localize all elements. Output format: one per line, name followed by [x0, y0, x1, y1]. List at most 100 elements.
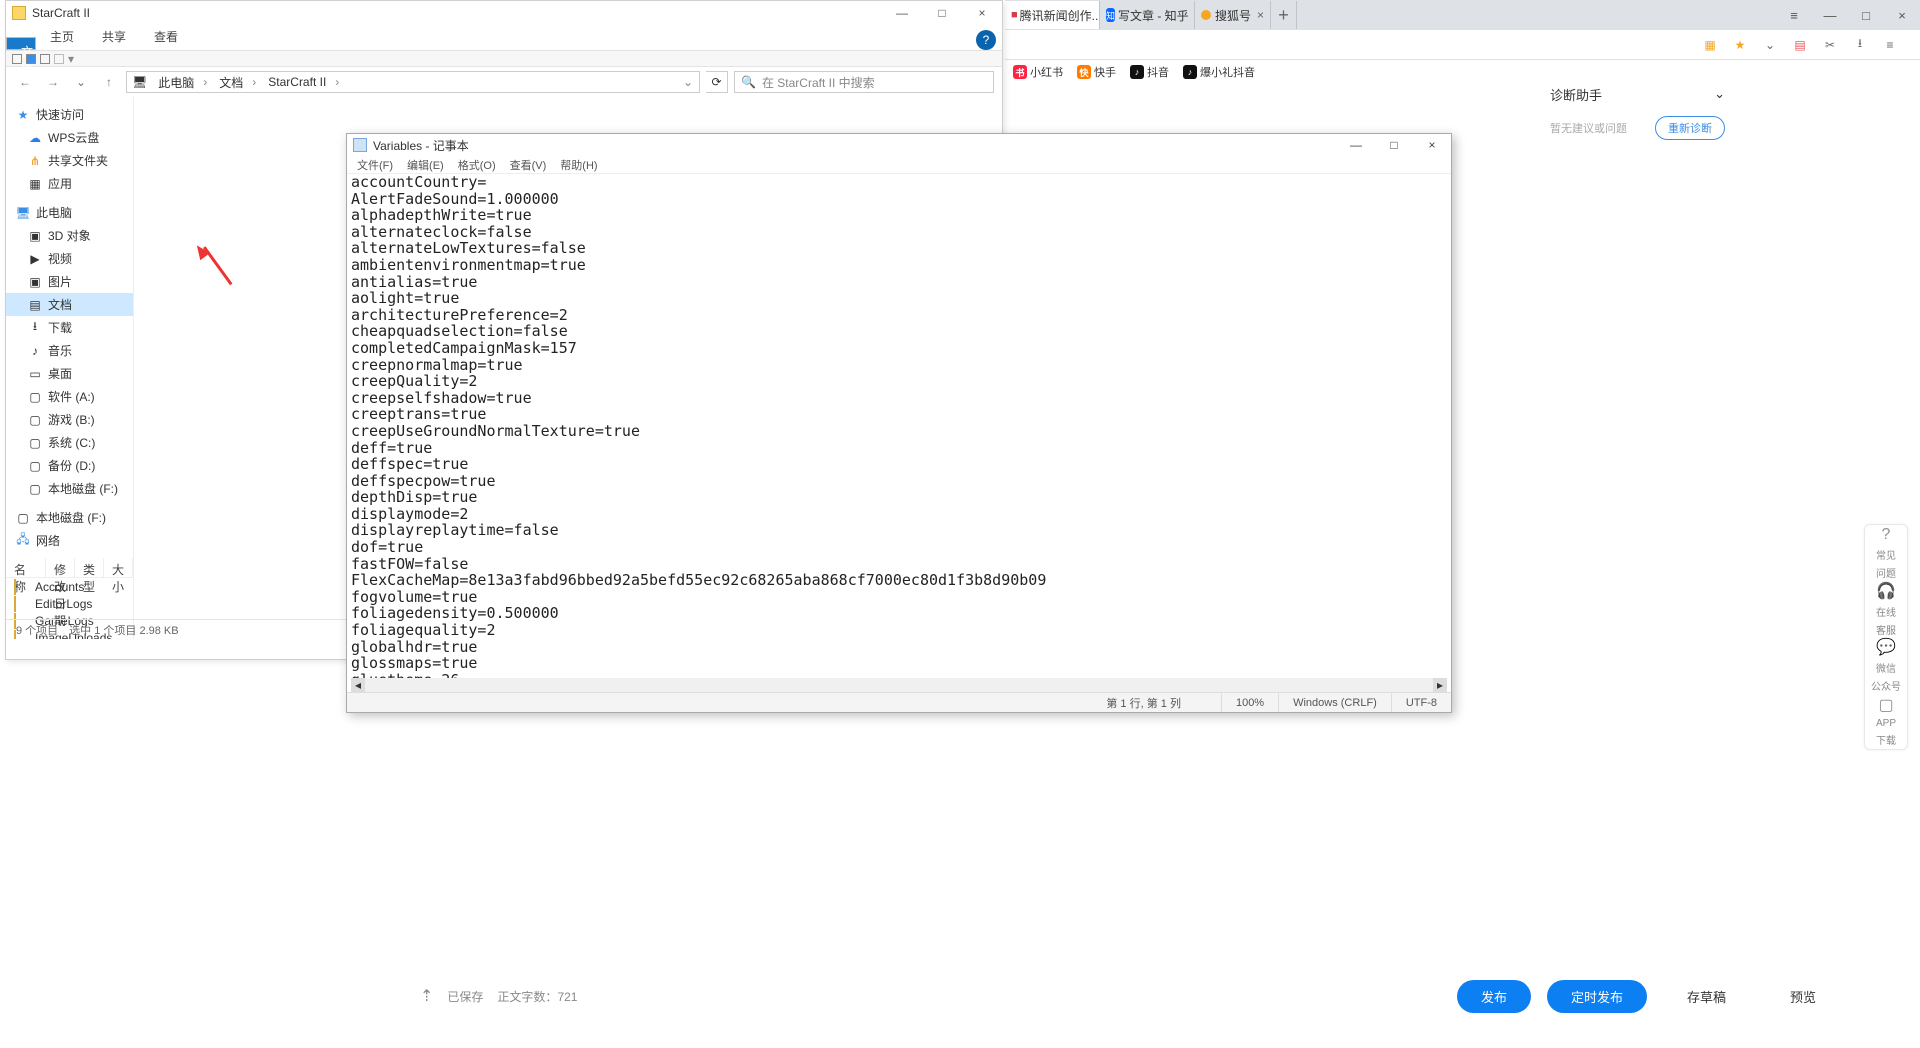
ribbon-home[interactable]: 主页	[36, 23, 88, 50]
bookmark-xiaohongshu[interactable]: 书小红书	[1013, 64, 1063, 80]
nav-item-label: 软件 (A:)	[48, 388, 95, 405]
scroll-right-icon[interactable]: ▸	[1433, 678, 1447, 692]
preview-button[interactable]: 预览	[1766, 980, 1840, 1013]
nav-thispc[interactable]: 🖥此电脑	[6, 201, 133, 224]
notepad-textarea[interactable]: accountCountry= AlertFadeSound=1.000000 …	[351, 174, 1447, 692]
hamburger-icon[interactable]: ≡	[1882, 37, 1898, 53]
crumb-thispc[interactable]: 此电脑	[152, 74, 213, 91]
faq-button[interactable]: ?常见问题	[1865, 525, 1907, 581]
apps-icon[interactable]: ▤	[1792, 37, 1808, 53]
rediagnose-button[interactable]: 重新诊断	[1655, 116, 1725, 140]
menu-help[interactable]: 帮助(H)	[554, 156, 603, 173]
qa-item[interactable]	[40, 54, 50, 64]
qa-item[interactable]	[26, 54, 36, 64]
browser-maximize-icon[interactable]: □	[1848, 0, 1884, 30]
menu-view[interactable]: 查看(V)	[504, 156, 553, 173]
nav-item[interactable]: ▢软件 (A:)	[6, 385, 133, 408]
crumb-drop-icon[interactable]: ⌄	[677, 75, 699, 89]
nav-up-icon[interactable]: ↑	[98, 71, 120, 93]
nav-network[interactable]: 🖧网络	[6, 529, 133, 552]
new-tab-button[interactable]: +	[1271, 1, 1297, 29]
nav-item[interactable]: ♪音乐	[6, 339, 133, 362]
bookmark-kuaishou[interactable]: 快快手	[1077, 64, 1116, 80]
col-date[interactable]: 修改日期	[46, 558, 75, 577]
nav-quickaccess[interactable]: ★快速访问	[6, 103, 133, 126]
ribbon-view[interactable]: 查看	[140, 23, 192, 50]
app-download-button[interactable]: ▢APP下载	[1865, 693, 1907, 749]
nav-item[interactable]: ▭桌面	[6, 362, 133, 385]
ext-grid-icon[interactable]: ▦	[1702, 37, 1718, 53]
crumb-starcraft[interactable]: StarCraft II	[262, 75, 345, 89]
menu-format[interactable]: 格式(O)	[452, 156, 502, 173]
nav-forward-icon[interactable]: →	[42, 71, 64, 93]
status-position: 第 1 行, 第 1 列	[1106, 695, 1221, 711]
nav-item[interactable]: ▢系统 (C:)	[6, 431, 133, 454]
browser-toolbar: ▦ ★ ⌄ ▤ ✂ ⭳ ≡	[1005, 30, 1920, 60]
download-icon[interactable]: ⭳	[1852, 37, 1868, 53]
ribbon-file[interactable]: 文件	[6, 37, 36, 50]
notepad-close-icon[interactable]: ×	[1413, 134, 1451, 156]
nav-item[interactable]: ⭳下载	[6, 316, 133, 339]
qa-item[interactable]	[12, 54, 22, 64]
nav-wps[interactable]: ☁WPS云盘	[6, 126, 133, 149]
explorer-search-input[interactable]: 🔍在 StarCraft II 中搜索	[734, 71, 994, 93]
browser-window-controls: ≡ — □ ×	[1776, 0, 1920, 30]
col-name[interactable]: 名称	[6, 558, 46, 577]
nav-back-icon[interactable]: ←	[14, 71, 36, 93]
explorer-ribbon: 文件 主页 共享 查看 ?	[6, 25, 1002, 51]
chevron-down-icon[interactable]: ⌄	[1762, 37, 1778, 53]
menu-file[interactable]: 文件(F)	[351, 156, 399, 173]
nav-item[interactable]: ▢备份 (D:)	[6, 454, 133, 477]
nav-item[interactable]: ▣3D 对象	[6, 224, 133, 247]
menu-edit[interactable]: 编辑(E)	[401, 156, 450, 173]
nav-item[interactable]: ▣图片	[6, 270, 133, 293]
explorer-maximize-icon[interactable]: □	[922, 1, 962, 25]
notepad-maximize-icon[interactable]: □	[1375, 134, 1413, 156]
nav-item[interactable]: ▶视频	[6, 247, 133, 270]
col-type[interactable]: 类型	[75, 558, 104, 577]
qa-drop-icon[interactable]: ▾	[68, 52, 74, 66]
tab-close-icon[interactable]: ×	[1257, 8, 1264, 22]
nav-apps[interactable]: ▦应用	[6, 172, 133, 195]
refresh-icon[interactable]: ⟳	[706, 71, 728, 93]
breadcrumb[interactable]: 🖥 此电脑 文档 StarCraft II ⌄	[126, 71, 700, 93]
scroll-left-icon[interactable]: ◂	[351, 678, 365, 692]
nav-drive-f[interactable]: ▢本地磁盘 (F:)	[6, 506, 133, 529]
draft-button[interactable]: 存草稿	[1663, 980, 1750, 1013]
scroll-top-icon[interactable]: ⇡	[420, 986, 433, 1006]
support-button[interactable]: 🎧在线客服	[1865, 581, 1907, 637]
browser-close-icon[interactable]: ×	[1884, 0, 1920, 30]
nav-item[interactable]: ▢本地磁盘 (F:)	[6, 477, 133, 500]
nav-item-icon: ▤	[28, 298, 42, 312]
schedule-button[interactable]: 定时发布	[1547, 980, 1647, 1013]
favorite-star-icon[interactable]: ★	[1732, 37, 1748, 53]
nav-item[interactable]: ▤文档	[6, 293, 133, 316]
explorer-close-icon[interactable]: ×	[962, 1, 1002, 25]
qa-item[interactable]	[54, 54, 64, 64]
browser-tab-tencent[interactable]: ■腾讯新闻创作...×	[1005, 1, 1100, 29]
bookmark-douyin[interactable]: ♪抖音	[1130, 64, 1169, 80]
nav-shared[interactable]: ⋔共享文件夹	[6, 149, 133, 172]
ribbon-share[interactable]: 共享	[88, 23, 140, 50]
wechat-button[interactable]: 💬微信公众号	[1865, 637, 1907, 693]
nav-item[interactable]: ▢游戏 (B:)	[6, 408, 133, 431]
notepad-minimize-icon[interactable]: —	[1337, 134, 1375, 156]
drive-icon: ▢	[16, 511, 30, 525]
browser-minimize-icon[interactable]: —	[1812, 0, 1848, 30]
publish-button[interactable]: 发布	[1457, 980, 1531, 1013]
chevron-down-icon[interactable]: ⌄	[70, 71, 92, 93]
browser-tab-sohu[interactable]: 搜狐号×	[1195, 1, 1271, 29]
explorer-minimize-icon[interactable]: —	[882, 1, 922, 25]
crumb-documents[interactable]: 文档	[213, 74, 262, 91]
chevron-down-icon[interactable]: ⌄	[1714, 86, 1725, 102]
explorer-titlebar[interactable]: StarCraft II — □ ×	[6, 1, 1002, 25]
scissors-icon[interactable]: ✂	[1822, 37, 1838, 53]
help-icon[interactable]: ?	[976, 30, 996, 50]
browser-menu-icon[interactable]: ≡	[1776, 0, 1812, 30]
file-row[interactable]: EditorLogs	[6, 595, 133, 612]
notepad-hscroll[interactable]: ◂ ▸	[351, 678, 1447, 692]
browser-tab-zhihu[interactable]: 知写文章 - 知乎×	[1100, 1, 1195, 29]
bookmark-douyin2[interactable]: ♪爆小礼抖音	[1183, 64, 1255, 80]
notepad-titlebar[interactable]: Variables - 记事本 — □ ×	[347, 134, 1451, 156]
col-size[interactable]: 大小	[104, 558, 133, 577]
